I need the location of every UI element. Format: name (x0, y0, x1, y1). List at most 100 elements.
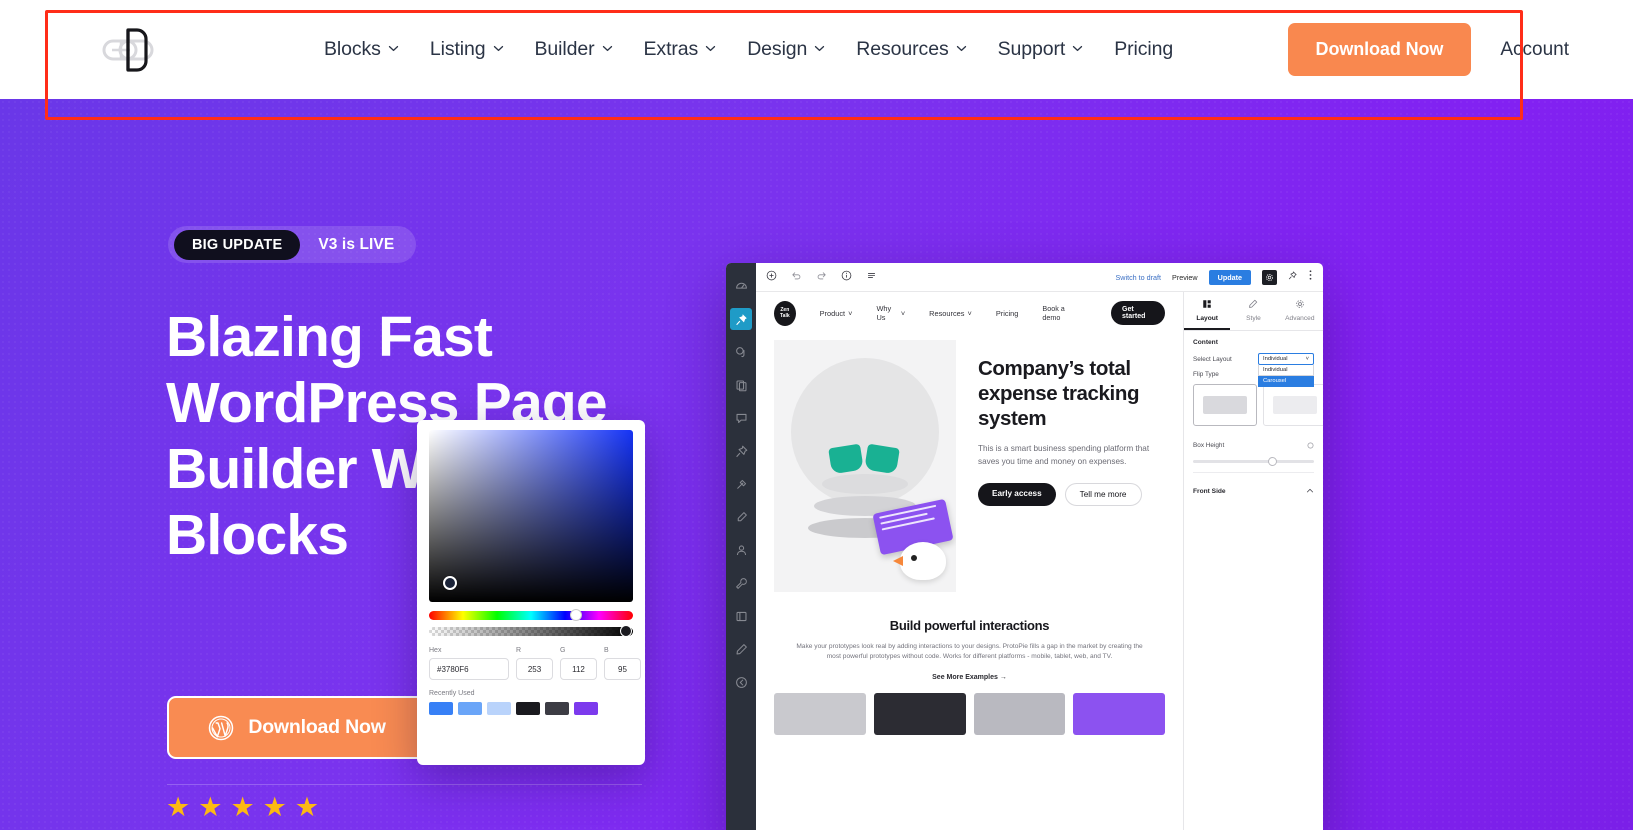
tab-style-label: Style (1246, 315, 1261, 322)
hero-section: BIG UPDATE V3 is LIVE Blazing Fast WordP… (0, 99, 1633, 830)
color-saturation-area[interactable] (429, 430, 633, 602)
recently-used-label: Recently Used (429, 690, 475, 697)
nav-item-listing[interactable]: Listing (430, 38, 504, 61)
main-nav: Blocks Listing Builder Extras Design Res… (324, 0, 1173, 99)
color-swatch[interactable] (516, 702, 540, 715)
pencil-icon[interactable] (730, 638, 752, 660)
chevron-down-icon (814, 43, 825, 54)
add-block-icon[interactable] (766, 268, 777, 286)
mock-thumbnail (873, 693, 966, 735)
gutenkit-logo[interactable] (97, 22, 159, 78)
option-individual[interactable]: Individual (1258, 365, 1314, 376)
early-access-button[interactable]: Early access (978, 483, 1056, 506)
hex-input[interactable]: #3780F6 (429, 658, 509, 680)
r-label: R (516, 647, 522, 654)
mock-nav-label: Pricing (995, 308, 1019, 318)
nav-item-design[interactable]: Design (747, 38, 825, 61)
color-swatch[interactable] (429, 702, 453, 715)
box-height-reset-icon[interactable] (1307, 436, 1314, 454)
see-more-examples-link[interactable]: See More Examples → (796, 674, 1143, 681)
hero-download-button[interactable]: Download Now (167, 696, 427, 759)
undo-icon[interactable] (791, 268, 802, 286)
nav-item-support[interactable]: Support (998, 38, 1084, 61)
color-swatch[interactable] (545, 702, 569, 715)
update-button[interactable]: Update (1208, 269, 1251, 285)
nav-item-blocks[interactable]: Blocks (324, 38, 399, 61)
select-layout-label: Select Layout (1193, 355, 1232, 363)
front-side-accordion[interactable]: Front Side (1193, 482, 1314, 500)
product-screenshot-mockup: Switch to draft Preview Update Zen Talk P… (726, 263, 1323, 830)
color-value-fields: Hex #3780F6 R 253 G 112 B 95 (429, 647, 641, 680)
star-icon: ★ (230, 792, 255, 822)
tell-me-more-button[interactable]: Tell me more (1064, 483, 1142, 506)
chevron-down-icon (602, 43, 613, 54)
redo-icon[interactable] (816, 268, 827, 286)
switch-to-draft-button[interactable]: Switch to draft (1116, 273, 1162, 282)
pages-icon[interactable] (730, 374, 752, 396)
nav-item-builder[interactable]: Builder (535, 38, 613, 61)
editor-canvas[interactable]: Zen Talk Product ˅ Why Us ˅ Resources ˅ Pric… (756, 292, 1183, 830)
collapse-icon[interactable] (730, 671, 752, 693)
more-options-icon[interactable] (1308, 268, 1313, 286)
hero-divider (167, 784, 642, 785)
hue-slider[interactable] (429, 609, 633, 621)
users-icon[interactable] (730, 539, 752, 561)
chevron-down-icon (956, 43, 967, 54)
mock-nav-product[interactable]: Product ˅ (820, 309, 853, 318)
tab-layout[interactable]: Layout (1184, 292, 1231, 330)
tools-icon[interactable] (730, 572, 752, 594)
account-link[interactable]: Account (1500, 39, 1569, 61)
chevron-down-icon (1072, 43, 1083, 54)
dashboard-icon[interactable] (730, 275, 752, 297)
color-picker-popover[interactable]: Hex #3780F6 R 253 G 112 B 95 Recently Us… (417, 420, 645, 765)
list-view-icon[interactable] (866, 268, 877, 286)
mock-nav-why-us[interactable]: Why Us ˅ (876, 304, 905, 322)
avatar: Zen Talk (774, 300, 796, 326)
tab-advanced[interactable]: Advanced (1277, 292, 1323, 330)
book-a-demo-link[interactable]: Book a demo (1042, 304, 1079, 322)
mock-nav-label: Why Us (876, 304, 892, 322)
preview-button[interactable]: Preview (1172, 273, 1198, 282)
download-now-button[interactable]: Download Now (1287, 23, 1472, 76)
box-height-label: Box Height (1193, 441, 1225, 449)
tab-style[interactable]: Style (1230, 292, 1276, 330)
editor-toolbar: Switch to draft Preview Update (756, 263, 1323, 292)
mock-nav-resources[interactable]: Resources ˅ (929, 309, 972, 318)
color-swatch[interactable] (574, 702, 598, 715)
nav-item-extras[interactable]: Extras (644, 38, 717, 61)
pin-toolbar-icon[interactable] (1288, 268, 1297, 286)
flip-type-option-vertical[interactable] (1263, 384, 1323, 426)
media-icon[interactable] (730, 341, 752, 363)
badge-version-label: V3 is LIVE (318, 235, 395, 253)
nav-item-pricing[interactable]: Pricing (1114, 38, 1173, 61)
color-swatch[interactable] (458, 702, 482, 715)
b-input[interactable]: 95 (604, 658, 641, 680)
comments-icon[interactable] (730, 407, 752, 429)
r-input[interactable]: 253 (516, 658, 553, 680)
flip-type-option-horizontal[interactable] (1193, 384, 1257, 426)
info-icon[interactable] (841, 268, 852, 286)
box-height-slider[interactable] (1193, 457, 1314, 466)
color-picker-handle[interactable] (443, 576, 457, 590)
rating-stars: ★ ★ ★ ★ ★ (166, 794, 319, 821)
b-label: B (604, 647, 609, 654)
pin-icon[interactable] (730, 308, 752, 330)
nav-label: Extras (643, 38, 699, 60)
plugin-icon[interactable] (730, 473, 752, 495)
update-badge[interactable]: BIG UPDATE V3 is LIVE (168, 226, 417, 263)
brush-icon[interactable] (730, 506, 752, 528)
settings-gear-icon[interactable] (1262, 269, 1277, 285)
select-layout-dropdown[interactable]: Individual ˅ (1258, 353, 1314, 365)
pin-alt-icon[interactable] (730, 440, 752, 462)
color-swatch[interactable] (487, 702, 511, 715)
alpha-slider[interactable] (429, 625, 633, 637)
nav-item-resources[interactable]: Resources (856, 38, 966, 61)
settings-panel-icon[interactable] (730, 605, 752, 627)
mock-site-nav: Zen Talk Product ˅ Why Us ˅ Resources ˅ Pric… (756, 292, 1183, 334)
g-input[interactable]: 112 (560, 658, 597, 680)
get-started-button[interactable]: Get started (1111, 301, 1165, 325)
mock-nav-pricing[interactable]: Pricing (996, 309, 1019, 318)
star-icon: ★ (294, 792, 320, 822)
select-layout-value: Individual (1263, 356, 1288, 362)
option-carousel[interactable]: Carousel (1258, 376, 1314, 387)
